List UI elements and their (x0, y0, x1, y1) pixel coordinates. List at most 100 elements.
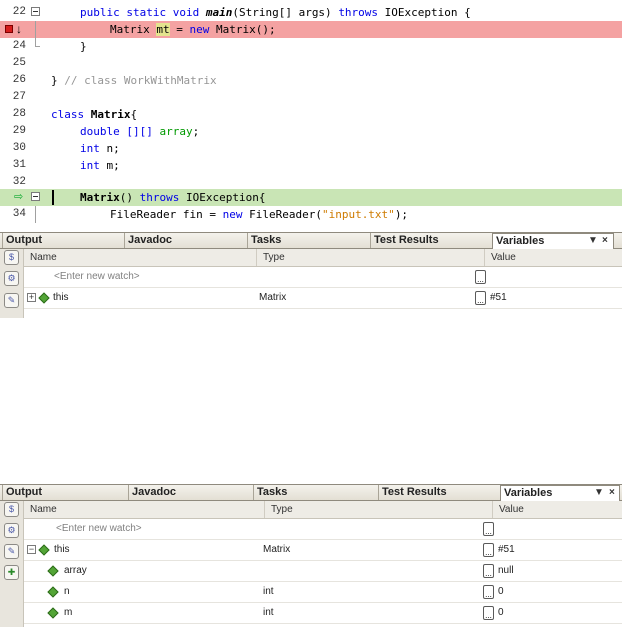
line-number: 27 (12, 91, 26, 103)
field-icon (47, 586, 59, 598)
fold-collapse-icon[interactable] (31, 7, 40, 16)
new-watch-icon[interactable]: ✎ (4, 544, 19, 559)
variable-type: Matrix (259, 292, 287, 303)
field-icon (47, 565, 59, 577)
variable-row-array[interactable]: array ... null (24, 561, 622, 582)
field-icon (38, 292, 50, 304)
add-watch-icon[interactable]: ✚ (4, 565, 19, 580)
collapse-icon[interactable]: − (27, 545, 36, 554)
debug-toolbar: $ ⚙ ✎ (0, 249, 24, 318)
code-line-34[interactable]: 34 FileReader fin = new FileReader("inpu… (0, 206, 622, 223)
tab-menu-icon[interactable]: ▼ (588, 233, 598, 248)
fold-collapse-icon[interactable] (31, 192, 40, 201)
code-line-29[interactable]: 29 double [][] array; (0, 123, 622, 140)
tab-test-results[interactable]: Test Results (370, 233, 490, 248)
panel-tab-bar: Output Javadoc Tasks Test Results Variab… (0, 484, 622, 501)
code-line-22[interactable]: 22 public static void main(String[] args… (0, 4, 622, 21)
variable-row-n[interactable]: n int ... 0 (24, 582, 622, 603)
ellipsis-button[interactable]: ... (483, 543, 494, 557)
tab-tasks[interactable]: Tasks (247, 233, 367, 248)
variable-name: this (53, 292, 69, 303)
code-text: int m; (80, 159, 120, 172)
code-line-24[interactable]: 24 } (0, 38, 622, 55)
column-value[interactable]: Value (484, 249, 622, 266)
code-line-30[interactable]: 30 int n; (0, 140, 622, 157)
new-watch-icon[interactable]: ✎ (4, 293, 19, 308)
ellipsis-button[interactable]: ... (475, 291, 486, 305)
tab-output[interactable]: Output (2, 485, 126, 500)
expand-icon[interactable]: + (27, 293, 36, 302)
ellipsis-button[interactable]: ... (483, 522, 494, 536)
variable-row-this[interactable]: − this Matrix ... #51 (24, 540, 622, 561)
variable-type: int (263, 607, 274, 618)
code-line-26[interactable]: 26 } // class WorkWithMatrix (0, 72, 622, 89)
code-line-25[interactable]: 25 (0, 55, 622, 72)
column-header: Name Type Value (24, 249, 622, 267)
enter-new-watch[interactable]: <Enter new watch> (54, 267, 140, 287)
tab-tasks[interactable]: Tasks (253, 485, 377, 500)
breakpoint-icon[interactable] (5, 25, 13, 33)
watch-row-new[interactable]: <Enter new watch> ... (24, 519, 622, 540)
variable-name: this (54, 544, 70, 555)
tab-output[interactable]: Output (2, 233, 122, 248)
enter-new-watch[interactable]: <Enter new watch> (56, 519, 142, 539)
debug-toolbar: $ ⚙ ✎ ✚ (0, 501, 24, 627)
variable-type: Matrix (263, 544, 291, 555)
column-type[interactable]: Type (256, 249, 484, 266)
variable-value[interactable]: #51 (498, 540, 515, 560)
watch-row-new[interactable]: <Enter new watch> ... (24, 267, 622, 288)
line-number: 25 (12, 57, 26, 69)
program-counter-arrow-icon: ⇨ (14, 191, 24, 203)
variable-name: m (64, 607, 73, 618)
line-number: 34 (12, 208, 26, 220)
tab-javadoc[interactable]: Javadoc (124, 233, 244, 248)
variable-value[interactable]: 0 (498, 582, 504, 602)
code-text: public static void main(String[] args) t… (80, 6, 471, 19)
ellipsis-button[interactable]: ... (483, 564, 494, 578)
close-icon[interactable]: × (609, 485, 615, 500)
tab-javadoc[interactable]: Javadoc (128, 485, 252, 500)
line-number: 24 (12, 40, 26, 52)
fold-guide (35, 21, 36, 38)
close-icon[interactable]: × (602, 233, 608, 248)
fold-guide (35, 206, 36, 223)
line-number: 31 (12, 159, 26, 171)
ellipsis-button[interactable]: ... (475, 270, 486, 284)
panel-tab-bar: Output Javadoc Tasks Test Results Variab… (0, 232, 622, 249)
code-line-28[interactable]: 28 class Matrix{ (0, 106, 622, 123)
column-name[interactable]: Name (24, 249, 256, 266)
line-number: 28 (12, 108, 26, 120)
dollar-icon[interactable]: $ (4, 250, 19, 265)
column-header: Name Type Value (24, 501, 622, 519)
code-text: int n; (80, 142, 120, 155)
code-editor[interactable]: 22 public static void main(String[] args… (0, 0, 622, 228)
ellipsis-button[interactable]: ... (483, 585, 494, 599)
line-number: 30 (12, 142, 26, 154)
code-line-33-current[interactable]: ⇨ Matrix() throws IOException{ (0, 189, 622, 206)
variable-value[interactable]: null (498, 561, 514, 581)
field-icon (38, 544, 50, 556)
tab-test-results[interactable]: Test Results (378, 485, 502, 500)
column-name[interactable]: Name (24, 501, 264, 518)
tab-menu-icon[interactable]: ▼ (594, 485, 604, 500)
variable-name: n (64, 586, 70, 597)
variable-value[interactable]: 0 (498, 603, 504, 623)
ellipsis-button[interactable]: ... (483, 606, 494, 620)
fold-end (35, 46, 40, 47)
code-line-23-breakpoint[interactable]: ↓ Matrix mt = new Matrix(); (0, 21, 622, 38)
variable-row-m[interactable]: m int ... 0 (24, 603, 622, 624)
code-text: double [][] array; (80, 125, 200, 138)
watch-icon[interactable]: ⚙ (4, 271, 19, 286)
variable-value[interactable]: #51 (490, 288, 507, 308)
variable-row-this[interactable]: + this Matrix ... #51 (24, 288, 622, 309)
code-text: } // class WorkWithMatrix (51, 74, 217, 87)
code-line-27[interactable]: 27 (0, 89, 622, 106)
variable-name: array (64, 565, 87, 576)
dollar-icon[interactable]: $ (4, 502, 19, 517)
variables-panel-collapsed: Output Javadoc Tasks Test Results Variab… (0, 232, 622, 318)
tab-variables-label: Variables (504, 487, 553, 499)
column-value[interactable]: Value (492, 501, 622, 518)
column-type[interactable]: Type (264, 501, 492, 518)
code-line-31[interactable]: 31 int m; (0, 157, 622, 174)
watch-icon[interactable]: ⚙ (4, 523, 19, 538)
